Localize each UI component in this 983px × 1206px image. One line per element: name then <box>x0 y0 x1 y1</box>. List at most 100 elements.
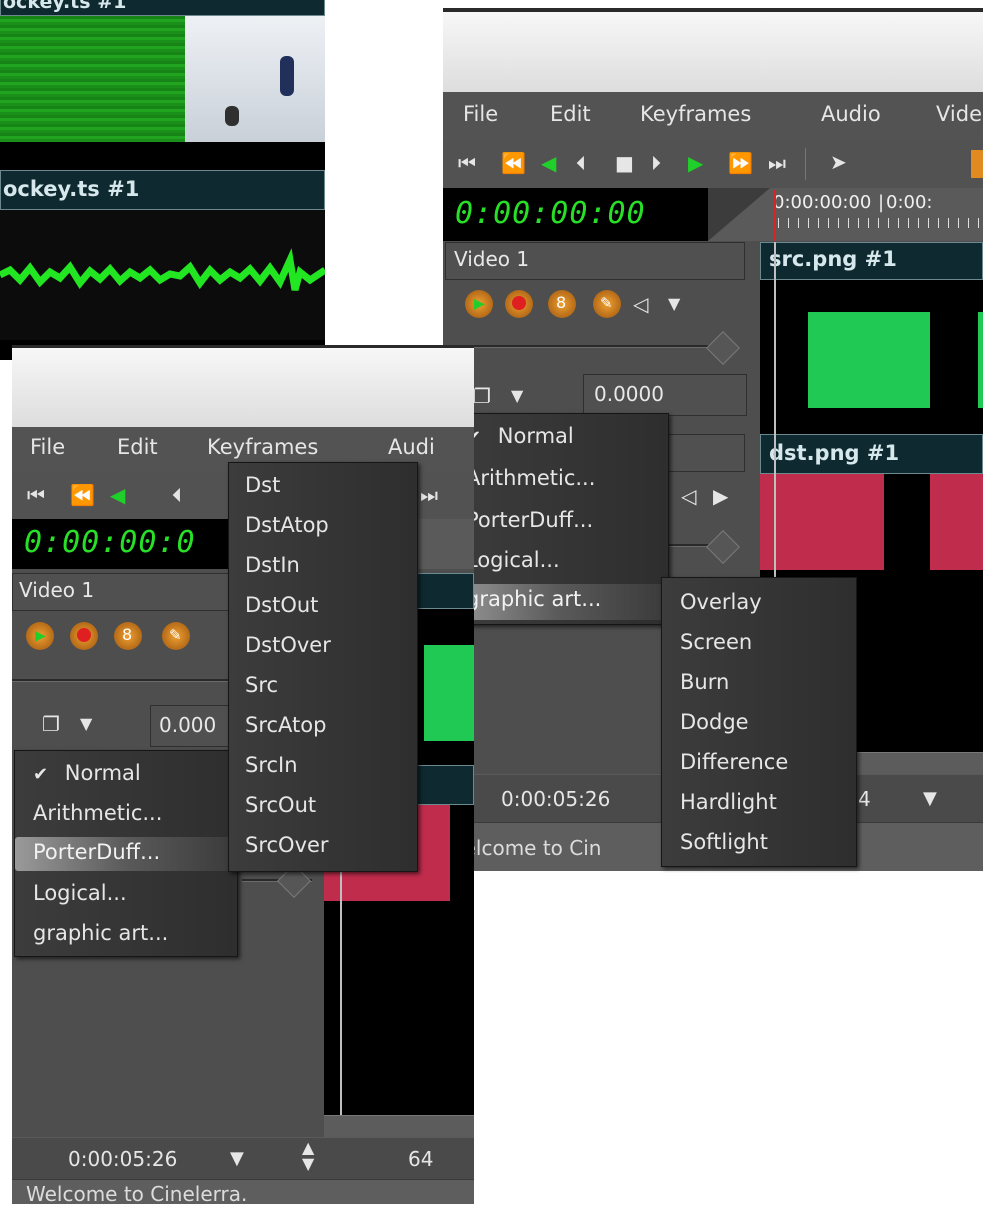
front-overlay-dropdown-icon[interactable]: ▼ <box>80 716 92 732</box>
mute-track-icon[interactable]: ◁ <box>633 294 648 314</box>
fast-forward-icon[interactable]: ⏩ <box>728 153 753 173</box>
front-menu-item-normal[interactable]: ✔ Normal <box>15 761 237 785</box>
front-rewind-icon[interactable]: ◀ <box>110 485 125 505</box>
video-clip-title: ockey.ts #1 <box>0 0 325 16</box>
goto-end-icon[interactable]: ⏭ <box>768 153 786 173</box>
fade-slider-track <box>443 345 723 348</box>
front-menu-file[interactable]: File <box>30 435 65 459</box>
clip-src-title: src.png #1 <box>760 242 983 280</box>
track2-mute-icon[interactable]: ◁ <box>681 486 696 506</box>
video-thumbnail-green <box>0 16 185 142</box>
front-menu-item-arithmetic[interactable]: Arithmetic... <box>15 801 237 825</box>
front-timeline-scrollbar[interactable] <box>324 1115 474 1138</box>
porterduff-submenu: Dst DstAtop DstIn DstOut DstOver Src Src… <box>228 462 418 872</box>
front-menu-edit[interactable]: Edit <box>117 435 158 459</box>
rewind-icon[interactable]: ◀ <box>541 153 556 173</box>
right-window: File Edit Keyframes Audio Vide ⏮ ⏪ ◀ ⏴ ■… <box>443 8 983 871</box>
right-zoom-dropdown-icon[interactable]: ▼ <box>923 788 937 809</box>
menu-edit[interactable]: Edit <box>550 102 591 126</box>
front-menu-item-porterduff[interactable]: PorterDuff... <box>15 837 237 871</box>
submenu-item-dst[interactable]: Dst <box>229 473 417 497</box>
right-clock: 0:00:00:00 <box>443 188 708 241</box>
right-overlay-menu: ✔ Normal Arithmetic... PorterDuff... Log… <box>447 413 669 625</box>
track-name-field[interactable]: Video 1 <box>445 242 745 280</box>
overlay-dropdown-icon[interactable]: ▼ <box>511 388 523 404</box>
fade-slider-knob[interactable] <box>706 331 740 365</box>
front-zoom-value: 64 <box>408 1147 434 1171</box>
submenu-item-softlight[interactable]: Softlight <box>662 830 856 854</box>
clip-dst-frame-2 <box>930 474 983 570</box>
submenu-item-dstatop[interactable]: DstAtop <box>229 513 417 537</box>
menu-file[interactable]: File <box>463 102 498 126</box>
play-track-icon[interactable]: ▶ <box>465 290 493 318</box>
expand-track-icon[interactable]: ▼ <box>668 296 680 312</box>
front-draw-track-icon[interactable]: ✎ <box>162 622 190 650</box>
front-check-icon: ✔ <box>33 764 49 785</box>
front-time-dropdown-icon[interactable]: ▼ <box>230 1148 244 1169</box>
right-menu-item-graphic-art[interactable]: graphic art... <box>448 584 668 620</box>
submenu-item-hardlight[interactable]: Hardlight <box>662 790 856 814</box>
arrow-tool-icon[interactable]: ➤ <box>830 152 847 172</box>
track2-fade-knob[interactable] <box>706 530 740 564</box>
front-time-display: 0:00:05:26 <box>68 1147 178 1171</box>
submenu-item-difference[interactable]: Difference <box>662 750 856 774</box>
track2-expand-icon[interactable]: ▶ <box>713 486 728 506</box>
waveform-svg <box>0 248 327 291</box>
front-fast-rewind-icon[interactable]: ⏪ <box>70 485 95 505</box>
submenu-item-dstout[interactable]: DstOut <box>229 593 417 617</box>
submenu-item-srcout[interactable]: SrcOut <box>229 793 417 817</box>
front-goto-end-icon[interactable]: ⏭ <box>420 485 438 505</box>
submenu-item-srcover[interactable]: SrcOver <box>229 833 417 857</box>
front-record-track-icon[interactable] <box>70 622 98 650</box>
playhead-marker <box>774 190 776 241</box>
menu-keyframes[interactable]: Keyframes <box>640 102 751 126</box>
front-menu-item-logical[interactable]: Logical... <box>15 881 237 905</box>
front-status-text: Welcome to Cinelerra. <box>26 1182 248 1206</box>
right-menu-item-porterduff[interactable]: PorterDuff... <box>448 508 668 532</box>
submenu-item-burn[interactable]: Burn <box>662 670 856 694</box>
submenu-item-dstover[interactable]: DstOver <box>229 633 417 657</box>
front-zoom-stepper-icon[interactable]: ▲ ▼ <box>302 1140 314 1172</box>
front-frame-back-icon[interactable]: ⏴ <box>172 485 182 505</box>
submenu-item-dodge[interactable]: Dodge <box>662 710 856 734</box>
right-menu-item-normal[interactable]: ✔ Normal <box>448 424 668 458</box>
right-menu-item-logical[interactable]: Logical... <box>448 548 668 572</box>
gang-track-icon[interactable]: 8 <box>548 290 576 318</box>
overlay-mode-icon[interactable]: ❐ <box>473 386 491 406</box>
clip-src-frame-1 <box>808 312 930 408</box>
submenu-item-overlay[interactable]: Overlay <box>662 590 856 614</box>
ibeam-tool-icon[interactable] <box>971 150 983 178</box>
menu-audio[interactable]: Audio <box>821 102 881 126</box>
draw-track-icon[interactable]: ✎ <box>593 290 621 318</box>
front-goto-start-icon[interactable]: ⏮ <box>27 485 45 505</box>
front-menu-keyframes[interactable]: Keyframes <box>207 435 318 459</box>
frame-forward-icon[interactable]: ⏵ <box>651 153 661 173</box>
front-menu-audio[interactable]: Audi <box>388 435 435 459</box>
front-overlay-mode-icon[interactable]: ❐ <box>42 714 60 734</box>
front-window-titlebar <box>12 345 474 431</box>
submenu-item-src[interactable]: Src <box>229 673 417 697</box>
clip-dst-title: dst.png #1 <box>760 434 983 474</box>
ruler: 0:00:00:00 | 0:00: <box>708 188 983 241</box>
menu-video[interactable]: Vide <box>936 102 982 126</box>
stop-icon[interactable]: ■ <box>615 153 634 173</box>
opacity-value-field[interactable]: 0.0000 <box>583 374 747 416</box>
goto-start-icon[interactable]: ⏮ <box>458 153 476 173</box>
right-menu-item-arithmetic[interactable]: Arithmetic... <box>448 466 668 490</box>
submenu-item-dstin[interactable]: DstIn <box>229 553 417 577</box>
front-play-track-icon[interactable]: ▶ <box>26 622 54 650</box>
front-gang-track-icon[interactable]: 8 <box>114 622 142 650</box>
front-clip-src-frame <box>424 645 474 741</box>
ruler-label-1: 0:00: <box>886 192 933 213</box>
record-track-icon[interactable] <box>505 290 533 318</box>
fast-rewind-icon[interactable]: ⏪ <box>501 153 526 173</box>
play-icon[interactable]: ▶ <box>688 153 703 173</box>
graphic-art-submenu: Overlay Screen Burn Dodge Difference Har… <box>661 577 857 867</box>
submenu-item-srcatop[interactable]: SrcAtop <box>229 713 417 737</box>
submenu-item-srcin[interactable]: SrcIn <box>229 753 417 777</box>
submenu-item-screen[interactable]: Screen <box>662 630 856 654</box>
frame-back-icon[interactable]: ⏴ <box>576 153 586 173</box>
front-menu-item-graphic-art[interactable]: graphic art... <box>15 921 237 945</box>
front-bottom-bar: 0:00:05:26 ▼ ▲ ▼ 64 <box>12 1137 474 1180</box>
clip-src-frame-2 <box>978 312 983 408</box>
